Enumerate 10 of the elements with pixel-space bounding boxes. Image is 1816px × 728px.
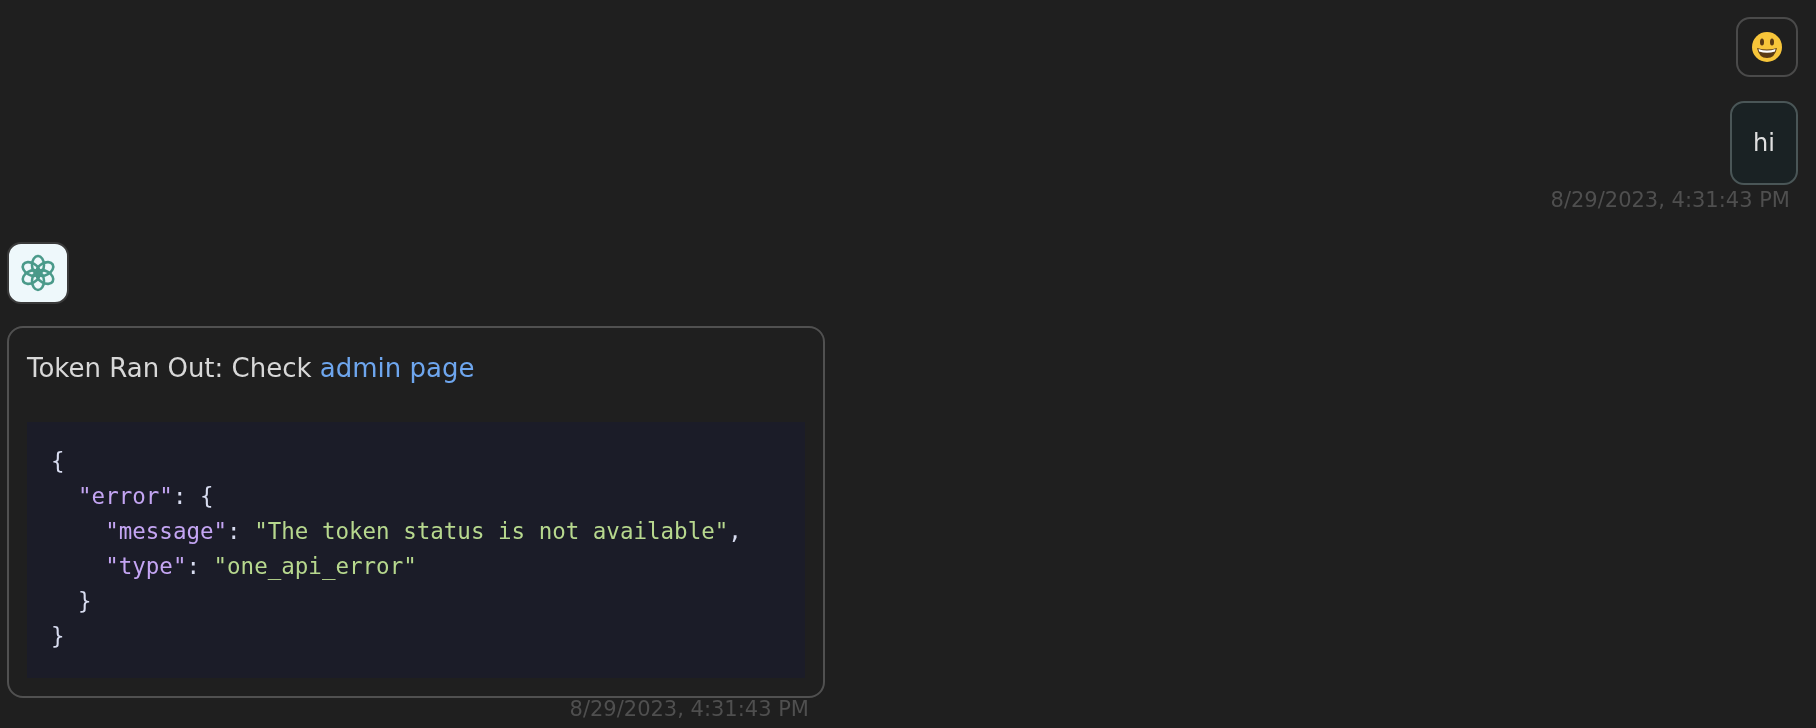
code-line: {	[51, 446, 66, 476]
code-line: "error": {	[78, 481, 215, 511]
message-bubble: hi	[1730, 101, 1798, 185]
message-text: Token Ran Out: Check admin page	[27, 352, 476, 386]
code-line: "type": "one_api_error"	[105, 551, 418, 582]
smiley-icon	[1751, 31, 1783, 63]
admin-link[interactable]: admin page	[319, 353, 475, 384]
code-line: }	[78, 586, 93, 616]
code-line: "message": "The token status is not available",	[105, 516, 743, 546]
code-line: }	[51, 621, 66, 651]
